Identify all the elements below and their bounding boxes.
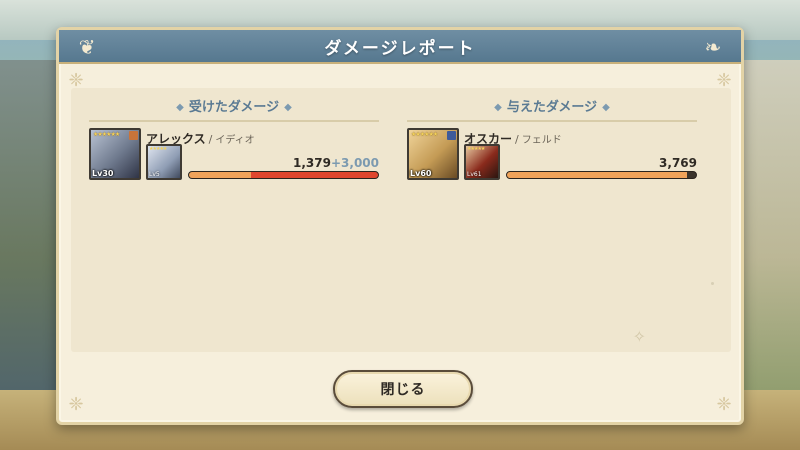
dealt-damage-heading: ◆ 与えたダメージ ◆: [407, 96, 697, 122]
sub-character-portrait[interactable]: ★★★★★ Lv61: [464, 144, 500, 180]
name-separator: /: [515, 133, 519, 146]
rarity-stars-icon: ★★★★★: [149, 146, 167, 152]
element-icon: [129, 131, 138, 140]
sub-character-level: Lv61: [467, 171, 482, 178]
corner-ornament-icon: ❈: [68, 394, 84, 415]
dealt-damage-column: ◆ 与えたダメージ ◆ ★★★★★★ Lv60 オスカー / フェルド ★★★★★ Lv…: [407, 96, 697, 184]
character-portrait[interactable]: ★★★★★★ Lv30: [89, 128, 141, 180]
diamond-icon: ◆: [176, 102, 184, 113]
close-button-label: 閉じる: [380, 382, 426, 398]
rarity-stars-icon: ★★★★★★: [93, 131, 120, 138]
name-separator: /: [208, 133, 213, 146]
character-level: Lv30: [92, 169, 114, 178]
scroll-flourish-icon: ❦: [78, 35, 96, 59]
report-content-panel: ◆ 受けたダメージ ◆ ★★★★★★ Lv30 アレックス / イディオ ★★★★★ L…: [71, 88, 731, 352]
damage-bar: [188, 171, 379, 179]
received-damage-entry: ★★★★★★ Lv30 アレックス / イディオ ★★★★★ Lv5 1,379+3…: [89, 128, 379, 184]
damage-bar-fill: [507, 172, 687, 178]
received-damage-heading-text: 受けたダメージ: [188, 100, 280, 115]
diamond-icon: ◆: [494, 102, 502, 113]
bonus-damage-bar-fill: [251, 172, 378, 178]
character-portrait[interactable]: ★★★★★★ Lv60: [407, 128, 459, 180]
damage-value: 3,769: [659, 156, 697, 170]
element-icon: [447, 131, 456, 140]
received-damage-heading: ◆ 受けたダメージ ◆: [89, 96, 379, 122]
damage-bar-fill: [189, 172, 252, 178]
close-button[interactable]: 閉じる: [333, 370, 473, 408]
corner-ornament-icon: ❈: [716, 394, 732, 415]
sub-character-level: Lv5: [149, 171, 160, 178]
damage-values: 1,379+3,000: [293, 156, 379, 170]
scroll-flourish-icon: ❧: [704, 35, 722, 59]
backdrop-right-scenery: [740, 60, 800, 390]
character-level: Lv60: [410, 169, 432, 178]
sub-character-name: イディオ: [215, 135, 255, 146]
dialog-title: ダメージレポート: [324, 38, 476, 59]
diamond-icon: ◆: [602, 102, 610, 113]
dealt-damage-entry: ★★★★★★ Lv60 オスカー / フェルド ★★★★★ Lv61 3,769: [407, 128, 697, 184]
dialog-header: ❦ ダメージレポート ❧: [59, 30, 741, 64]
rarity-stars-icon: ★★★★★: [467, 146, 485, 152]
damage-values: 3,769: [659, 156, 697, 170]
diamond-icon: ◆: [284, 102, 292, 113]
damage-bar: [506, 171, 697, 179]
sub-character-portrait[interactable]: ★★★★★ Lv5: [146, 144, 182, 180]
damage-report-dialog: ❦ ダメージレポート ❧ ❈ ❈ ❈ ❈ ◆ 受けたダメージ ◆ ★★★★★★ Lv…: [56, 27, 744, 425]
sparkle-icon: ✧: [632, 327, 646, 346]
rarity-stars-icon: ★★★★★★: [411, 131, 438, 138]
dealt-damage-heading-text: 与えたダメージ: [506, 100, 598, 115]
sub-character-name: フェルド: [521, 135, 562, 146]
bonus-damage-value: +3,000: [330, 156, 379, 170]
received-damage-column: ◆ 受けたダメージ ◆ ★★★★★★ Lv30 アレックス / イディオ ★★★★★ L…: [89, 96, 379, 184]
decorative-dot: [711, 282, 714, 285]
damage-value: 1,379: [293, 156, 331, 170]
